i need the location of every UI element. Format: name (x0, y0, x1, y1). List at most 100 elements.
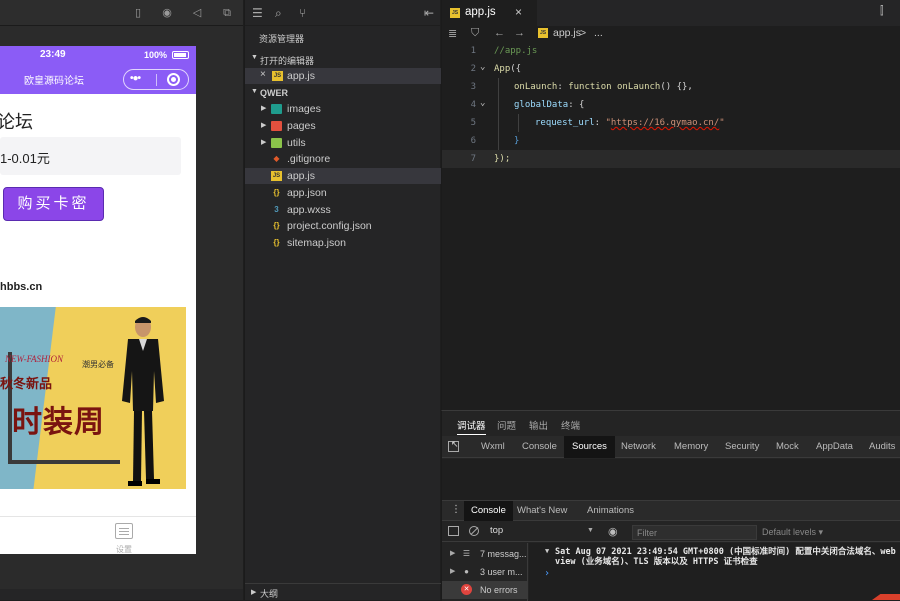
editor-tab-app-js[interactable]: JS app.js × (442, 0, 537, 26)
js-file-icon: JS (271, 171, 282, 181)
file-name: app.wxss (287, 204, 331, 216)
tree-file-app-json[interactable]: {} app.json (245, 185, 441, 201)
tree-file-gitignore[interactable]: ◆ .gitignore (245, 151, 441, 167)
more-dots-icon[interactable]: •●• (130, 73, 141, 84)
drawer-tab-whats-new[interactable]: What's New (517, 501, 567, 521)
tab-mock[interactable]: Mock (776, 436, 799, 458)
file-explorer: ☰ ⌕ ⑂ ⇤ 资源管理器 ▼ 打开的编辑器 × JS app.js ▼ QWE… (244, 0, 441, 600)
breadcrumb-more[interactable]: ... (594, 27, 603, 39)
settings-tab-label[interactable]: 设置 (116, 544, 132, 554)
record-icon[interactable]: ◉ (160, 6, 174, 20)
fashion-banner-image[interactable]: NEW-FASHION 潮男必备 秋冬新品 时装周 (0, 307, 186, 489)
tree-folder-images[interactable]: ▶ images (245, 101, 441, 117)
code-line-4[interactable]: 4 ⌄ globalData: { (442, 96, 900, 114)
drawer-tab-console[interactable]: Console (464, 501, 513, 521)
open-editors-header[interactable]: ▼ 打开的编辑器 (245, 52, 441, 67)
capsule-menu[interactable]: •●• (123, 69, 189, 90)
tab-sources[interactable]: Sources (564, 436, 615, 458)
open-editor-item[interactable]: × JS app.js (245, 68, 441, 84)
settings-tab-icon[interactable] (115, 523, 133, 539)
js-file-icon: JS (272, 71, 283, 81)
fold-chevron-icon[interactable]: ⌄ (480, 62, 485, 72)
tab-appdata[interactable]: AppData (816, 436, 853, 458)
search-icon[interactable]: ⌕ (275, 6, 282, 21)
code-line-7[interactable]: 7 }); (442, 150, 900, 168)
tab-terminal[interactable]: 终端 (561, 418, 580, 432)
fold-chevron-icon[interactable]: ⌄ (480, 98, 485, 108)
tab-output[interactable]: 输出 (529, 418, 548, 432)
line-number: 2 (470, 64, 476, 74)
user-messages-filter[interactable]: ▶ ● 3 user m... (442, 563, 528, 581)
debugger-panel: 调试器 问题 输出 终端 Wxml Console Sources Networ… (441, 410, 900, 601)
close-icon[interactable]: × (515, 5, 522, 19)
forward-arrow-icon[interactable]: → (514, 27, 525, 39)
battery-icon (172, 51, 189, 59)
tree-folder-pages[interactable]: ▶ pages (245, 118, 441, 134)
source-control-icon[interactable]: ⑂ (299, 6, 306, 20)
line-number: 3 (470, 82, 476, 92)
filter-input[interactable] (632, 525, 757, 540)
code-line-5[interactable]: 5 request_url: "https://16.qymao.cn/" (442, 114, 900, 132)
tree-folder-utils[interactable]: ▶ utils (245, 135, 441, 151)
tree-file-project-config[interactable]: {} project.config.json (245, 218, 441, 234)
code-area[interactable]: 1 //app.js 2 ⌄ App({ 3 onLaunch: functio… (442, 42, 900, 410)
messages-filter[interactable]: ▶ ☰ 7 messag... (442, 545, 528, 563)
tab-security[interactable]: Security (725, 436, 759, 458)
punct-token: ({ (510, 64, 522, 74)
code-line-6[interactable]: 6 } (442, 132, 900, 150)
close-icon[interactable]: × (260, 69, 266, 80)
code-line-1[interactable]: 1 //app.js (442, 42, 900, 60)
devtools-tabs: Wxml Console Sources Network Memory Secu… (442, 436, 900, 458)
key-token: onLaunch (514, 82, 558, 92)
menu-list-icon[interactable]: ☰ (252, 6, 263, 20)
list-icon[interactable]: ≣ (448, 27, 457, 40)
breadcrumb-file[interactable]: app.js (553, 27, 581, 39)
console-prompt[interactable]: › (544, 568, 550, 579)
bookmark-icon[interactable]: ⛉ (471, 27, 479, 40)
tab-audits[interactable]: Audits (869, 436, 895, 458)
project-header[interactable]: ▼ QWER (245, 86, 441, 101)
chevron-down-icon[interactable]: ▼ (587, 527, 594, 534)
windows-icon[interactable]: ⧉ (220, 6, 234, 20)
file-name: app.json (287, 187, 327, 199)
tree-file-sitemap[interactable]: {} sitemap.json (245, 235, 441, 251)
clear-console-icon[interactable] (469, 526, 479, 536)
back-arrow-icon[interactable]: ← (494, 27, 505, 39)
tab-console[interactable]: Console (522, 436, 557, 458)
inspect-element-icon[interactable] (448, 439, 459, 452)
collapse-panel-icon[interactable]: ⇤ (424, 6, 434, 20)
drawer-tab-animations[interactable]: Animations (587, 501, 634, 521)
outline-header[interactable]: ▶ 大纲 (245, 583, 441, 600)
tab-network[interactable]: Network (621, 436, 656, 458)
buy-card-button[interactable]: 购买卡密 (3, 187, 104, 221)
breadcrumb-separator: > (580, 27, 587, 39)
eye-icon[interactable]: ◉ (608, 525, 618, 538)
quote-token: " (719, 118, 725, 128)
device-icon[interactable]: ▯ (131, 6, 145, 20)
tab-problems[interactable]: 问题 (497, 418, 516, 432)
messages-label: 7 messag... (480, 549, 527, 559)
errors-filter[interactable]: ✕ No errors (442, 581, 528, 599)
tab-wxml[interactable]: Wxml (481, 436, 505, 458)
panel-tabs: 调试器 问题 输出 终端 (442, 411, 900, 435)
back-triangle-icon[interactable]: ◁ (190, 6, 204, 20)
code-line-2[interactable]: 2 ⌄ App({ (442, 60, 900, 78)
tab-memory[interactable]: Memory (674, 436, 708, 458)
url-token[interactable]: https://16.qymao.cn/ (611, 118, 719, 128)
sidebar-toggle-icon[interactable] (448, 526, 459, 536)
comment-token: //app.js (494, 46, 538, 56)
tree-file-app-wxss[interactable]: 3 app.wxss (245, 202, 441, 218)
expand-arrow-icon[interactable]: ▼ (545, 547, 549, 555)
tab-debugger[interactable]: 调试器 (457, 418, 486, 435)
context-select[interactable]: top (490, 525, 595, 539)
tree-file-app-js[interactable]: JS app.js (245, 168, 441, 184)
log-levels-select[interactable]: Default levels ▾ (762, 527, 823, 538)
split-editor-icon[interactable]: ⫿ (880, 5, 884, 18)
folder-name: images (287, 103, 321, 115)
console-log[interactable]: ▼ Sat Aug 07 2021 23:49:54 GMT+0800 (中国标… (529, 543, 900, 601)
drawer-menu-icon[interactable]: ⋮ (451, 504, 461, 515)
explorer-title: 资源管理器 (259, 34, 305, 44)
code-line-3[interactable]: 3 onLaunch: function onLaunch() {}, (442, 78, 900, 96)
js-file-icon: JS (538, 28, 548, 38)
close-target-icon[interactable] (167, 73, 180, 86)
